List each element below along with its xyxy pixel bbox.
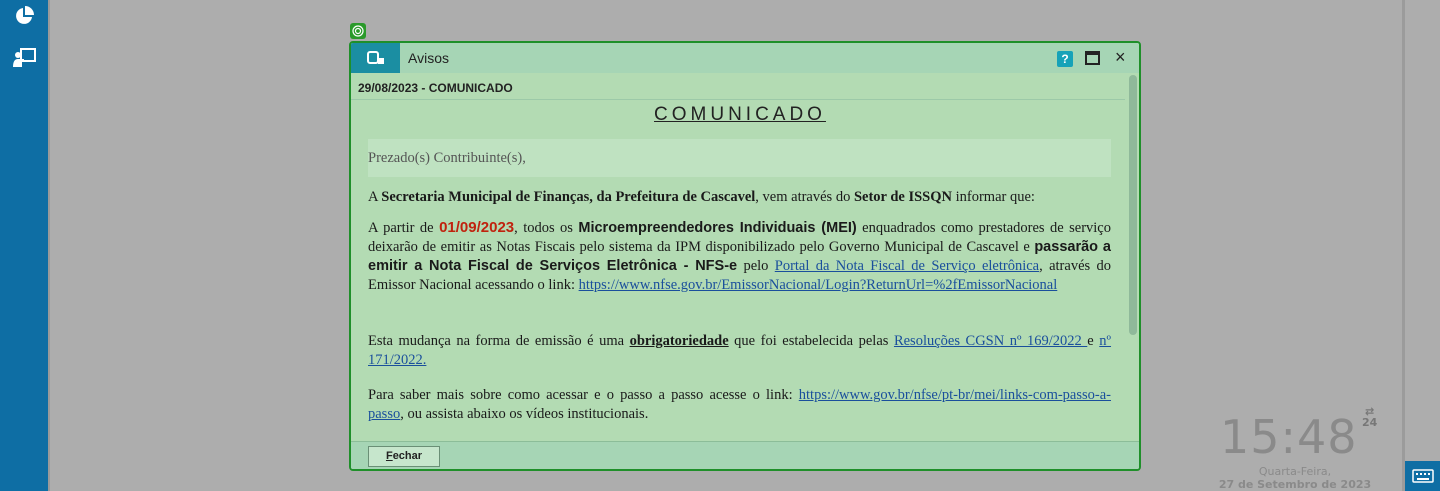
- greeting-box: Prezado(s) Contribuinte(s),: [368, 139, 1111, 177]
- keyboard-button[interactable]: [1405, 461, 1440, 491]
- paragraph-intro: A Secretaria Municipal de Finanças, da P…: [368, 189, 1035, 205]
- fechar-button[interactable]: Fechar: [368, 446, 440, 467]
- keyboard-icon: [1411, 469, 1434, 483]
- effective-date: 01/09/2023: [439, 219, 515, 236]
- window-footer: Fechar: [351, 441, 1139, 469]
- subject-bar: 29/08/2023 - COMUNICADO: [351, 73, 1125, 100]
- cgsn-169-link[interactable]: Resoluções CGSN nº 169/2022: [894, 333, 1087, 349]
- paragraph-mei: A partir de 01/09/2023, todos os Microem…: [368, 219, 1112, 293]
- paragraph-obligation: Esta mudança na forma de emissão é uma o…: [368, 333, 1112, 368]
- right-divider: [1402, 0, 1405, 491]
- clock-time: 15:48: [1220, 410, 1358, 464]
- user-presentation-icon[interactable]: [12, 46, 36, 70]
- clock-mode: 24: [1362, 416, 1378, 429]
- clock-date: 27 de Setembro de 2023: [1218, 478, 1372, 491]
- scrollbar-thumb[interactable]: [1129, 75, 1137, 335]
- greeting: Prezado(s) Contribuinte(s),: [368, 150, 526, 166]
- window-titlebar[interactable]: Avisos ? ×: [351, 43, 1139, 73]
- maximize-icon[interactable]: [1085, 51, 1100, 65]
- paragraph-more-info: Para saber mais sobre como acessar e o p…: [368, 387, 1111, 422]
- avisos-window: Avisos ? × 29/08/2023 - COMUNICADO COMUN…: [349, 41, 1141, 471]
- clock-widget: 15:48 ⇄ 24 Quarta-Feira, 27 de Setembro d…: [1188, 392, 1402, 491]
- message-body: COMUNICADO Prezado(s) Contribuinte(s), A…: [351, 101, 1125, 441]
- scrollbar[interactable]: [1126, 73, 1139, 441]
- window-app-icon: [351, 43, 400, 73]
- portal-nfse-link[interactable]: Portal da Nota Fiscal de Serviço eletrôn…: [775, 258, 1039, 274]
- message-subject: 29/08/2023 - COMUNICADO: [358, 81, 513, 95]
- target-handle-icon[interactable]: [350, 23, 366, 39]
- message-heading: COMUNICADO: [654, 104, 826, 125]
- sidebar-divider: [48, 0, 50, 491]
- left-sidebar: [0, 0, 48, 491]
- help-button[interactable]: ?: [1057, 51, 1073, 67]
- window-title: Avisos: [408, 50, 449, 66]
- clock-format-toggle[interactable]: ⇄ 24: [1362, 406, 1377, 428]
- pie-chart-icon[interactable]: [12, 4, 36, 28]
- close-button[interactable]: ×: [1115, 47, 1126, 67]
- emissor-nacional-link[interactable]: https://www.nfse.gov.br/EmissorNacional/…: [579, 277, 1058, 293]
- clock-weekday: Quarta-Feira,: [1258, 465, 1332, 478]
